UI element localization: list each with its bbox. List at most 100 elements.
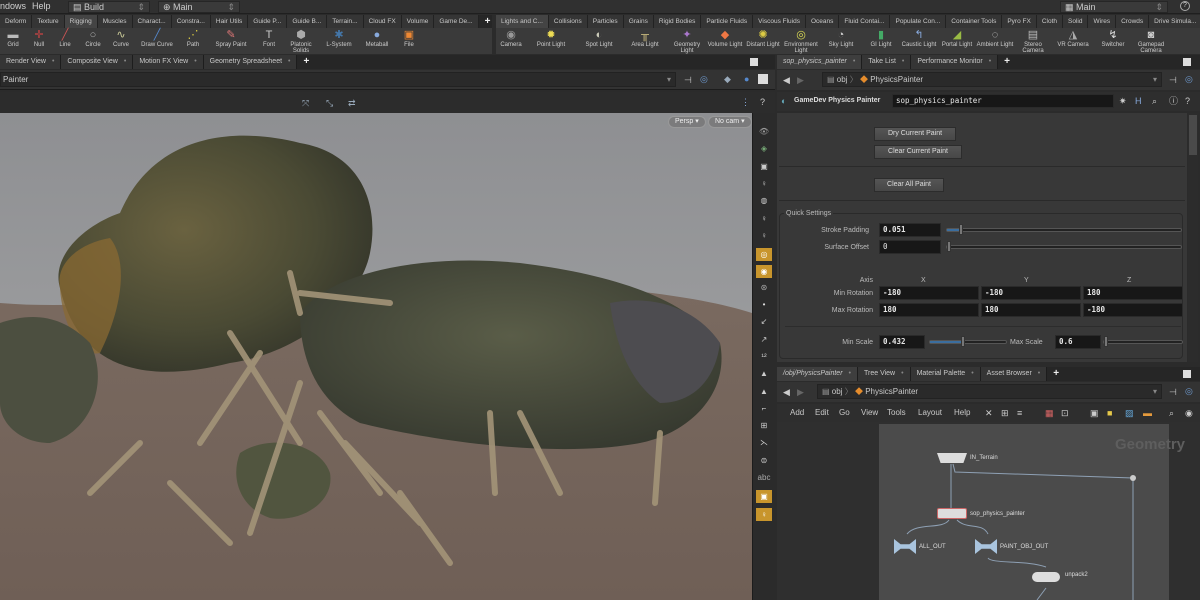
shelf-tab-texture[interactable]: Texture: [32, 15, 65, 28]
shading-icon[interactable]: ●: [744, 74, 749, 84]
shelf-tab-cloth[interactable]: Cloth: [1036, 15, 1064, 28]
text-label-icon[interactable]: abc: [756, 473, 772, 483]
back-arrow-icon[interactable]: ◀: [783, 387, 790, 397]
headlight-icon[interactable]: ◍: [756, 196, 772, 206]
pin-icon[interactable]: ⊣: [1169, 75, 1177, 85]
prim-number-icon[interactable]: ▲: [756, 387, 772, 397]
shelf-tab-particle-fluids[interactable]: Particle Fluids: [701, 15, 754, 28]
forward-arrow-icon[interactable]: ▶: [797, 387, 804, 397]
tab-asset-browser[interactable]: Asset Browser •: [980, 367, 1048, 381]
node-name-field[interactable]: sop_physics_painter: [892, 94, 1114, 108]
shelf-tab-grains[interactable]: Grains: [623, 15, 654, 28]
shelf-tool-camera[interactable]: ◉ Camera: [496, 28, 526, 54]
gear-icon[interactable]: ✷: [1119, 96, 1127, 106]
ghost-icon[interactable]: ◈: [756, 144, 772, 154]
render-region-icon[interactable]: ▣: [756, 490, 772, 504]
desktop-select[interactable]: ▤ Build ⇕: [68, 1, 150, 13]
maximize-icon[interactable]: [750, 58, 758, 66]
background-icon[interactable]: [758, 74, 768, 84]
shelf-tab-collisions[interactable]: Collisions: [548, 15, 588, 28]
shelf-tab-fluid-contai[interactable]: Fluid Contai...: [839, 15, 891, 28]
shelf-tool-draw-curve[interactable]: ╱ Draw Curve: [134, 28, 180, 54]
surface-offset-field[interactable]: 0: [879, 240, 941, 254]
shelf-tool-sky-light[interactable]: ◔ Sky Light: [820, 28, 862, 54]
viewer-help-icon[interactable]: ?: [760, 97, 765, 107]
shelf-tool-environment-light[interactable]: ◎ Environment Light: [782, 28, 820, 54]
eye-icon[interactable]: ◉: [1185, 408, 1193, 418]
clear-current-paint-button[interactable]: Clear Current Paint: [874, 145, 962, 159]
handles-icon[interactable]: ⋋: [756, 438, 772, 448]
pin-icon[interactable]: ⊣: [1169, 387, 1177, 397]
list-icon[interactable]: ≡: [1017, 408, 1022, 418]
shelf-tool-distant-light[interactable]: ✺ Distant Light: [744, 28, 782, 54]
link-icon[interactable]: ◎: [1185, 386, 1193, 396]
menu-add[interactable]: Add: [790, 408, 804, 417]
path-node[interactable]: PhysicsPainter: [870, 75, 923, 84]
shelf-tool-spray-paint[interactable]: ✎ Spray Paint: [206, 28, 256, 54]
shelf-tool-file[interactable]: ▣ File: [396, 28, 422, 54]
slider-handle[interactable]: [1104, 336, 1108, 347]
scene-viewport[interactable]: Persp ▾ No cam ▾: [0, 113, 752, 600]
shelf-tab-oceans[interactable]: Oceans: [805, 15, 840, 28]
menu-layout[interactable]: Layout: [918, 408, 942, 417]
tab-performance-monitor[interactable]: Performance Monitor •: [911, 55, 999, 69]
tools-icon[interactable]: ✕: [985, 408, 993, 418]
max-rotation-z-field[interactable]: -180: [1083, 303, 1183, 317]
flipbook-icon[interactable]: ♀: [756, 507, 772, 521]
shelf-tool-metaball[interactable]: ● Metaball: [358, 28, 396, 54]
snap-options-icon[interactable]: ⋮: [741, 97, 750, 107]
shelf-tool-path[interactable]: ⋰ Path: [180, 28, 206, 54]
menu-tools[interactable]: Tools: [887, 408, 906, 417]
tab-material-palette[interactable]: Material Palette •: [910, 367, 981, 381]
camera-select-menu[interactable]: No cam ▾: [708, 116, 752, 128]
viewer-path-field[interactable]: Painter ▾: [0, 72, 676, 87]
shelf-tool-portal-light[interactable]: ◢ Portal Light: [938, 28, 976, 54]
shelf-tab-pyro-fx[interactable]: Pyro FX: [1002, 15, 1037, 28]
node-unpack2[interactable]: [1032, 572, 1060, 582]
min-rotation-z-field[interactable]: 180: [1083, 286, 1183, 300]
bounding-box-icon[interactable]: ⊞: [756, 421, 772, 431]
maximize-icon[interactable]: [1183, 370, 1191, 378]
camera-link-icon[interactable]: ◎: [756, 248, 772, 262]
add-tab-button[interactable]: +: [297, 55, 315, 69]
camera-display-icon[interactable]: ◉: [756, 265, 772, 279]
help-icon[interactable]: ?: [1180, 1, 1190, 11]
tab-sop-physics-painter[interactable]: sop_physics_painter •: [777, 55, 863, 69]
shelf-tool-curve[interactable]: ∿ Curve: [108, 28, 134, 54]
shelf-tool-gamepad-camera[interactable]: ◙ Gamepad Camera: [1132, 28, 1170, 54]
search-icon[interactable]: ⌕: [1152, 96, 1157, 106]
menu-help[interactable]: Help: [954, 408, 970, 417]
menu-go[interactable]: Go: [839, 408, 850, 417]
shelf-tool-point-light[interactable]: ✹ Point Light: [526, 28, 576, 54]
param-path-field[interactable]: ▤ obj 〉 ◆ PhysicsPainter ▾: [822, 72, 1162, 87]
run-desktop-select[interactable]: ▦ Main ⇕: [1060, 1, 1168, 13]
hda-icon[interactable]: H: [1135, 96, 1142, 106]
select-tool-2-icon[interactable]: ⤡: [326, 98, 333, 108]
max-scale-field[interactable]: 0.6: [1055, 335, 1101, 349]
slider-handle[interactable]: [959, 224, 963, 235]
shelf-tab-rigid-bodies[interactable]: Rigid Bodies: [653, 15, 702, 28]
shelf-tool-null[interactable]: ✛ Null: [26, 28, 52, 54]
eye-icon[interactable]: 👁: [756, 127, 772, 137]
shelf-tool-line[interactable]: ╱ Line: [52, 28, 78, 54]
network-path-field[interactable]: ▤ obj 〉 ◆ PhysicsPainter ▾: [817, 384, 1162, 399]
shelf-tab-muscles[interactable]: Muscles: [97, 15, 133, 28]
tab-tree-view[interactable]: Tree View •: [857, 367, 911, 381]
min-rotation-x-field[interactable]: -180: [879, 286, 979, 300]
slider-handle[interactable]: [961, 336, 965, 347]
sticky-note-icon[interactable]: ■: [1107, 408, 1112, 418]
shelf-tool-area-light[interactable]: ╥ Area Light: [622, 28, 668, 54]
light-bulb-icon[interactable]: ♀: [756, 179, 772, 189]
bulb-shadow-icon[interactable]: ♀: [756, 231, 772, 241]
normal-icon[interactable]: ↙: [756, 317, 772, 327]
shelf-tab-drive-simula[interactable]: Drive Simula...: [1149, 15, 1200, 28]
link-icon[interactable]: ◎: [1185, 74, 1193, 84]
add-shelf-button[interactable]: +: [479, 15, 497, 28]
uv-corner-icon[interactable]: ⌐: [756, 404, 772, 414]
tab-geometry-spreadsheet[interactable]: Geometry Spreadsheet •: [203, 55, 298, 69]
network-box-icon[interactable]: ▣: [1090, 408, 1099, 418]
shelf-tab-charact[interactable]: Charact...: [132, 15, 172, 28]
node-sop-physics-painter[interactable]: [937, 508, 967, 519]
shelf-tab-guide-p[interactable]: Guide P...: [248, 15, 288, 28]
subnet-icon[interactable]: ▬: [1143, 408, 1152, 418]
